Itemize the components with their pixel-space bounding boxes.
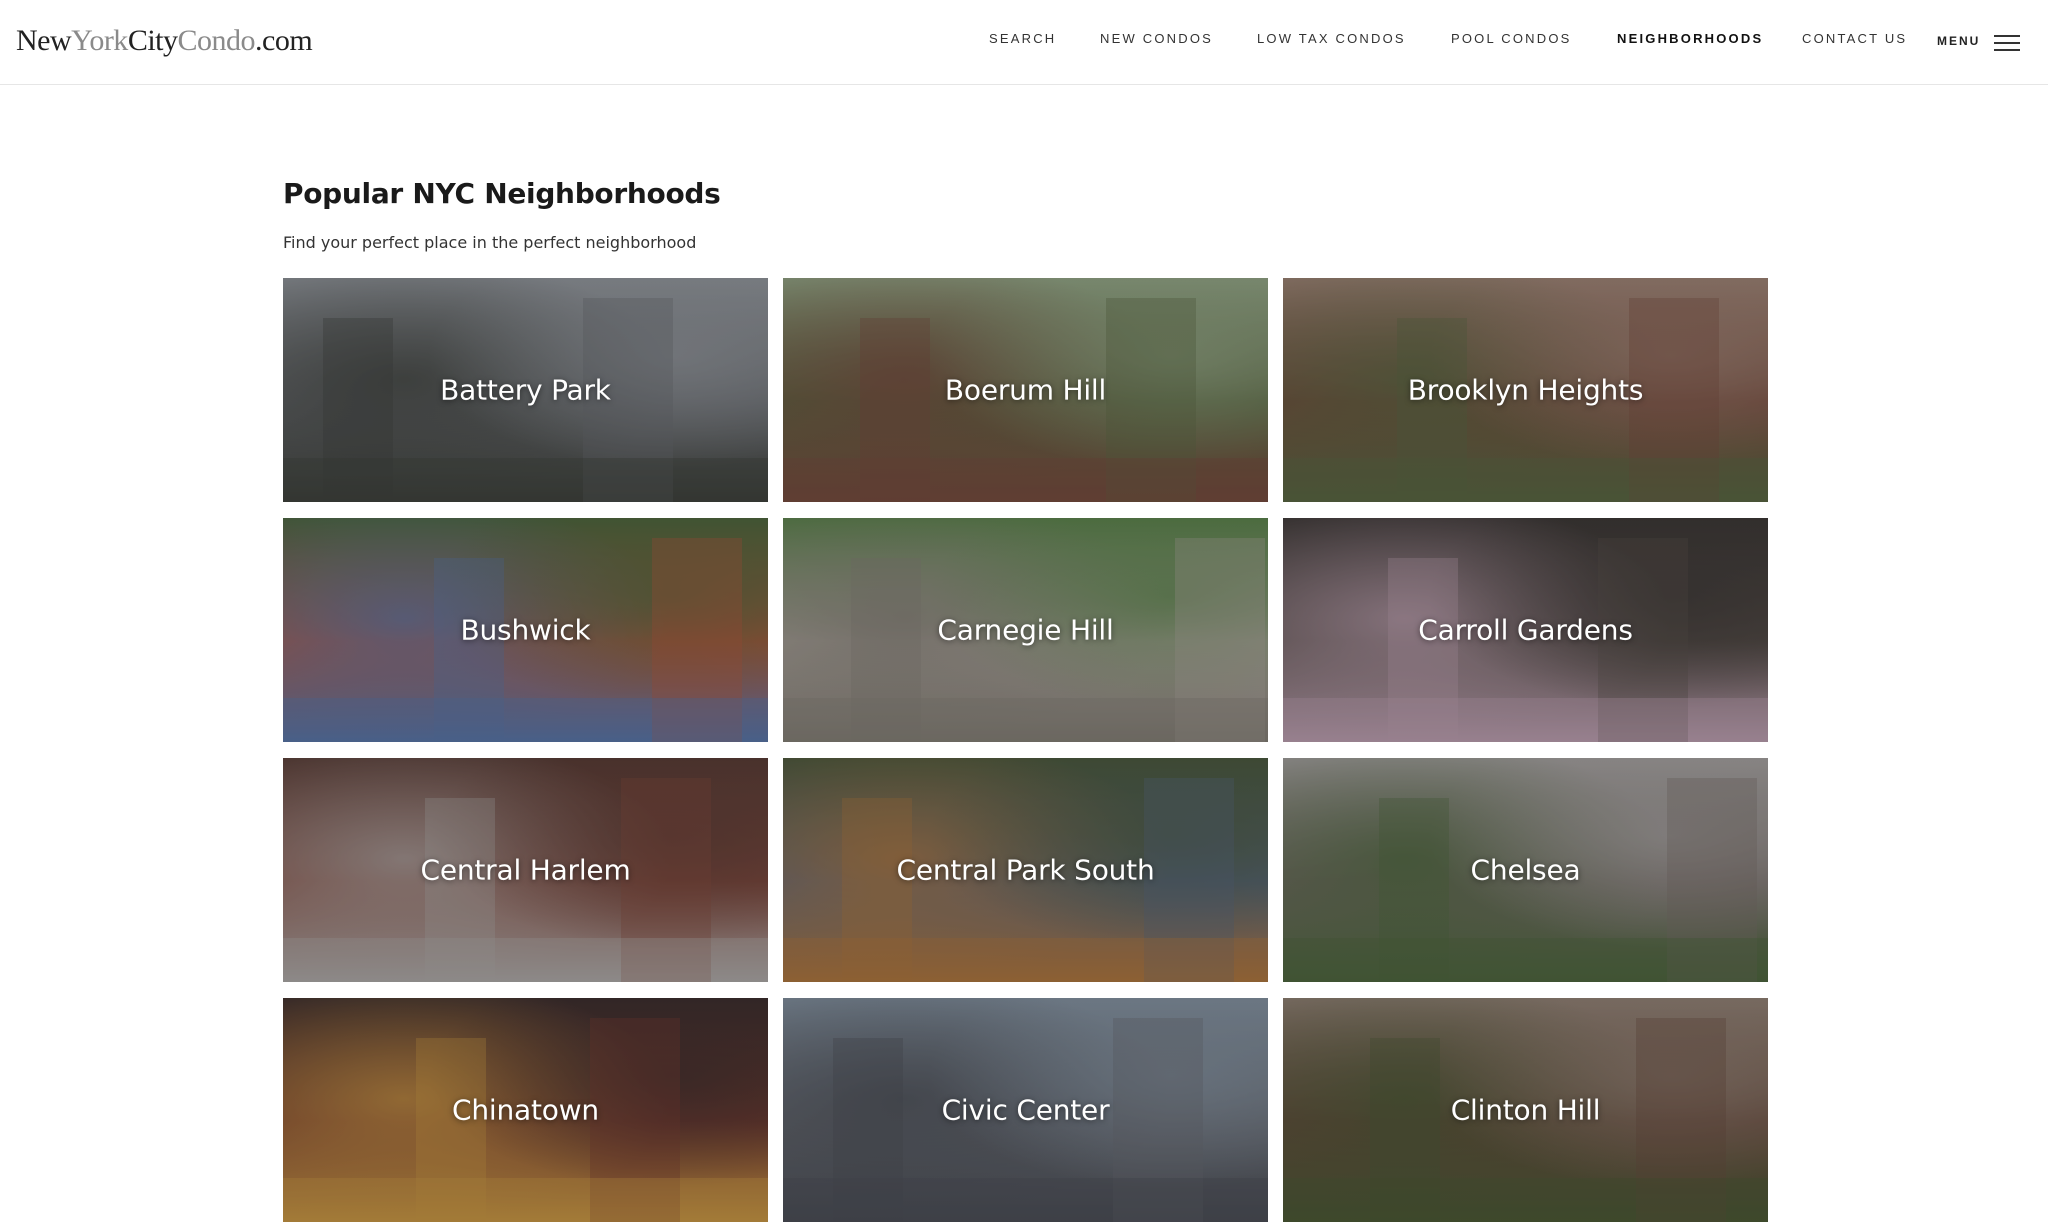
neighborhood-name: Boerum Hill bbox=[944, 373, 1107, 407]
nav-contact-us[interactable]: CONTACT US bbox=[1802, 31, 1907, 46]
hamburger-icon bbox=[1994, 33, 2020, 51]
nav-neighborhoods[interactable]: NEIGHBORHOODS bbox=[1617, 31, 1763, 46]
menu-label: MENU bbox=[1937, 34, 1981, 48]
neighborhood-name: Civic Center bbox=[941, 1093, 1110, 1127]
main-nav: SEARCH NEW CONDOS LOW TAX CONDOS POOL CO… bbox=[989, 31, 2048, 51]
neighborhood-name: Chinatown bbox=[452, 1093, 599, 1127]
neighborhood-name: Carroll Gardens bbox=[1418, 613, 1633, 647]
logo-part-new: New bbox=[16, 24, 72, 57]
neighborhood-name: Brooklyn Heights bbox=[1407, 373, 1644, 407]
site-header: NewYorkCityCondo.com SEARCH NEW CONDOS L… bbox=[0, 0, 2048, 85]
neighborhood-card-battery-park[interactable]: Battery Park bbox=[283, 278, 768, 502]
nav-new-condos[interactable]: NEW CONDOS bbox=[1100, 31, 1213, 46]
neighborhood-card-boerum-hill[interactable]: Boerum Hill bbox=[783, 278, 1268, 502]
neighborhood-card-brooklyn-heights[interactable]: Brooklyn Heights bbox=[1283, 278, 1768, 502]
neighborhood-card-central-harlem[interactable]: Central Harlem bbox=[283, 758, 768, 982]
neighborhood-name: Chelsea bbox=[1470, 853, 1581, 887]
neighborhood-name: Battery Park bbox=[440, 373, 611, 407]
neighborhood-card-bushwick[interactable]: Bushwick bbox=[283, 518, 768, 742]
neighborhood-card-clinton-hill[interactable]: Clinton Hill bbox=[1283, 998, 1768, 1222]
logo-part-condo: Condo bbox=[177, 24, 256, 57]
neighborhood-name: Carnegie Hill bbox=[937, 613, 1114, 647]
page-title: Popular NYC Neighborhoods bbox=[283, 177, 721, 210]
logo-part-york: York bbox=[71, 24, 128, 57]
neighborhood-grid: Battery Park Boerum Hill Brooklyn Heights B… bbox=[283, 278, 1768, 1222]
page-subtitle: Find your perfect place in the perfect n… bbox=[283, 233, 697, 252]
nav-pool-condos[interactable]: POOL CONDOS bbox=[1451, 31, 1572, 46]
nav-low-tax-condos[interactable]: LOW TAX CONDOS bbox=[1257, 31, 1406, 46]
neighborhood-card-carnegie-hill[interactable]: Carnegie Hill bbox=[783, 518, 1268, 742]
menu-button[interactable]: MENU bbox=[1937, 30, 2027, 52]
logo-part-com: .com bbox=[255, 24, 313, 57]
neighborhood-card-central-park-south[interactable]: Central Park South bbox=[783, 758, 1268, 982]
neighborhood-name: Clinton Hill bbox=[1450, 1093, 1601, 1127]
neighborhood-name: Bushwick bbox=[460, 613, 591, 647]
neighborhood-name: Central Park South bbox=[896, 853, 1155, 887]
neighborhood-name: Central Harlem bbox=[420, 853, 631, 887]
neighborhood-card-carroll-gardens[interactable]: Carroll Gardens bbox=[1283, 518, 1768, 742]
neighborhood-card-civic-center[interactable]: Civic Center bbox=[783, 998, 1268, 1222]
neighborhood-card-chelsea[interactable]: Chelsea bbox=[1283, 758, 1768, 982]
neighborhood-card-chinatown[interactable]: Chinatown bbox=[283, 998, 768, 1222]
logo-part-city: City bbox=[127, 24, 178, 57]
nav-search[interactable]: SEARCH bbox=[989, 31, 1056, 46]
site-logo[interactable]: NewYorkCityCondo.com bbox=[16, 24, 313, 58]
